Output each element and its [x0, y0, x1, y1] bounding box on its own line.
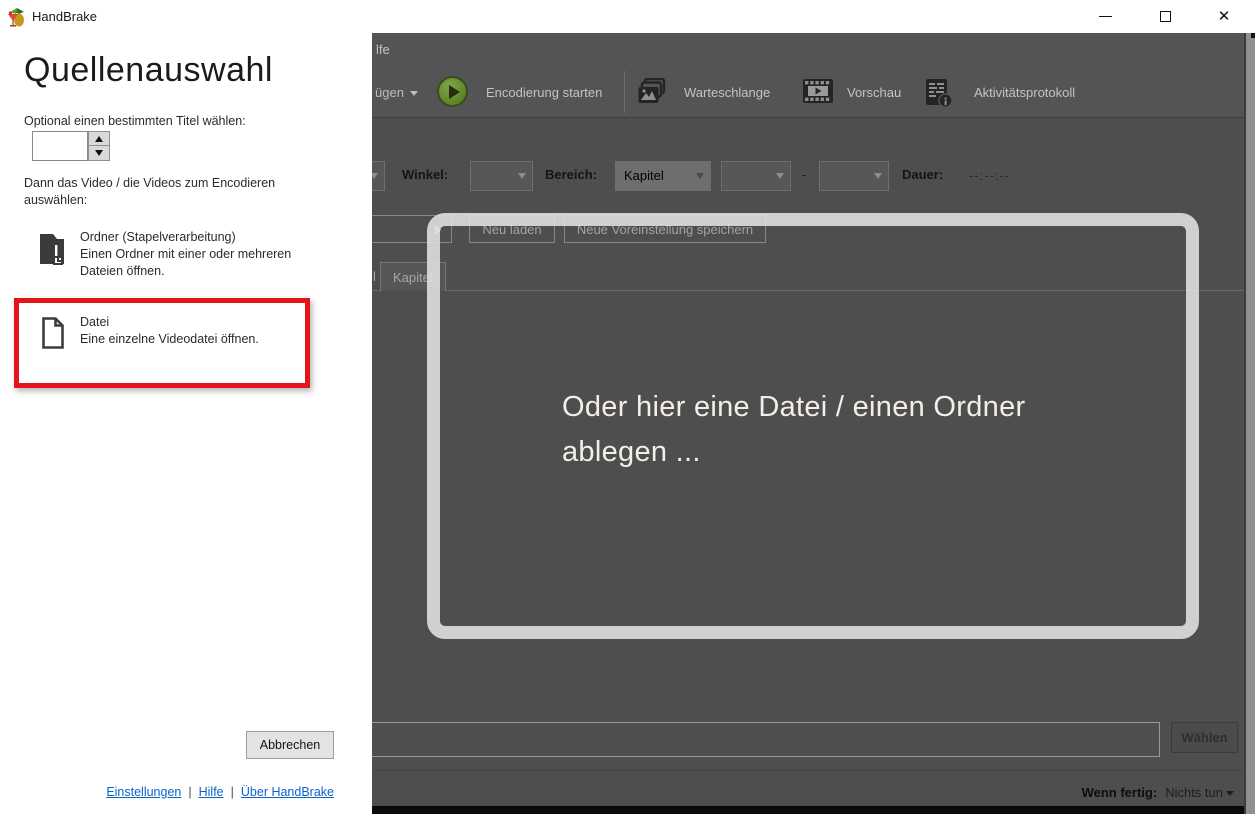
link-separator: |	[188, 785, 192, 799]
chevron-down-icon	[696, 173, 704, 179]
start-encode-button[interactable]: Encodierung starten	[486, 85, 602, 100]
file-icon	[42, 317, 64, 349]
chevron-down-icon	[776, 173, 784, 179]
stepper-up-button[interactable]	[88, 131, 110, 146]
stepper-down-button[interactable]	[88, 146, 110, 161]
destination-path-input[interactable]	[372, 722, 1160, 757]
menu-hilfe-fragment[interactable]: lfe	[376, 42, 390, 57]
range-type-select[interactable]: Kapitel	[615, 161, 711, 191]
activity-log-icon[interactable]	[924, 78, 954, 108]
source-selection-panel: Quellenauswahl Optional einen bestimmten…	[0, 33, 372, 814]
chevron-down-icon	[518, 173, 526, 179]
title-option-label: Optional einen bestimmten Titel wählen:	[24, 114, 246, 128]
option-title: Ordner (Stapelverarbeitung)	[80, 230, 236, 244]
minimize-button[interactable]	[1085, 0, 1125, 32]
window-right-sliver	[1246, 33, 1255, 814]
title-number-stepper	[32, 131, 110, 161]
open-file-option[interactable]: Datei Eine einzelne Videodatei öffnen.	[24, 314, 324, 349]
menu-toolbar-block: lfe ügen Encodierung starten Warteschlan…	[372, 33, 1246, 118]
title-number-input[interactable]	[32, 131, 88, 161]
queue-icon[interactable]	[636, 78, 668, 106]
panel-heading: Quellenauswahl	[24, 51, 273, 89]
queue-button[interactable]: Warteschlange	[684, 85, 770, 100]
duration-label: Dauer:	[902, 167, 944, 182]
close-icon: ✕	[1217, 7, 1231, 25]
window-right-notch	[1251, 33, 1255, 38]
tab-untertitel-fragment[interactable]: l	[373, 269, 376, 284]
range-end-select[interactable]	[819, 161, 889, 191]
add-source-button-fragment[interactable]: ügen	[375, 85, 418, 100]
chevron-down-icon	[409, 91, 418, 97]
link-separator: |	[230, 785, 234, 799]
about-link[interactable]: Über HandBrake	[241, 785, 334, 799]
bottom-edge-strip	[372, 806, 1246, 814]
when-done-label: Wenn fertig:	[1081, 784, 1158, 800]
preview-icon[interactable]	[802, 78, 834, 104]
window-title: HandBrake	[32, 9, 98, 24]
start-encode-icon[interactable]	[437, 76, 468, 107]
maximize-icon	[1159, 10, 1171, 22]
main-window-dimmed: lfe ügen Encodierung starten Warteschlan…	[372, 33, 1246, 814]
arrow-down-icon	[95, 150, 103, 156]
folder-icon	[40, 234, 64, 265]
open-folder-option[interactable]: Ordner (Stapelverarbeitung) Einen Ordner…	[24, 229, 324, 280]
close-button[interactable]: ✕	[1204, 0, 1244, 32]
angle-label: Winkel:	[402, 167, 449, 182]
toolbar-divider	[624, 71, 625, 113]
duration-value: --:--:--	[969, 168, 1011, 183]
statusbar-divider	[372, 770, 1246, 771]
chevron-down-icon	[372, 173, 378, 179]
chevron-down-icon	[1226, 790, 1234, 796]
chevron-down-icon	[874, 173, 882, 179]
option-description: Einen Ordner mit einer oder mehreren Dat…	[80, 247, 292, 278]
minimize-icon	[1098, 15, 1112, 17]
range-type-value: Kapitel	[624, 168, 664, 183]
preview-button[interactable]: Vorschau	[847, 85, 901, 100]
option-description: Eine einzelne Videodatei öffnen.	[80, 332, 259, 346]
handbrake-logo-icon	[8, 8, 24, 27]
range-separator: -	[802, 167, 807, 182]
choose-destination-button[interactable]: Wählen	[1171, 722, 1238, 753]
range-start-select[interactable]	[721, 161, 791, 191]
titlebar: HandBrake ✕	[0, 0, 1255, 33]
cancel-button[interactable]: Abbrechen	[246, 731, 334, 759]
drop-zone-hint: Oder hier eine Datei / einen Ordner able…	[562, 391, 1026, 468]
angle-select[interactable]	[470, 161, 533, 191]
panel-instruction: Dann das Video / die Videos zum Encodier…	[24, 176, 276, 207]
arrow-up-icon	[95, 135, 103, 142]
settings-link[interactable]: Einstellungen	[106, 785, 181, 799]
play-icon	[448, 84, 460, 99]
option-title: Datei	[80, 315, 110, 329]
range-label: Bereich:	[545, 167, 598, 182]
when-done-select[interactable]: Nichts tun	[1165, 785, 1234, 800]
title-select-partial[interactable]	[372, 161, 385, 191]
statusbar: Wenn fertig: Nichts tun	[372, 779, 1234, 805]
footer-links: Einstellungen | Hilfe | Über HandBrake	[0, 785, 334, 799]
help-link[interactable]: Hilfe	[199, 785, 224, 799]
activity-log-button[interactable]: Aktivitätsprotokoll	[974, 85, 1075, 100]
maximize-button[interactable]	[1145, 0, 1185, 32]
